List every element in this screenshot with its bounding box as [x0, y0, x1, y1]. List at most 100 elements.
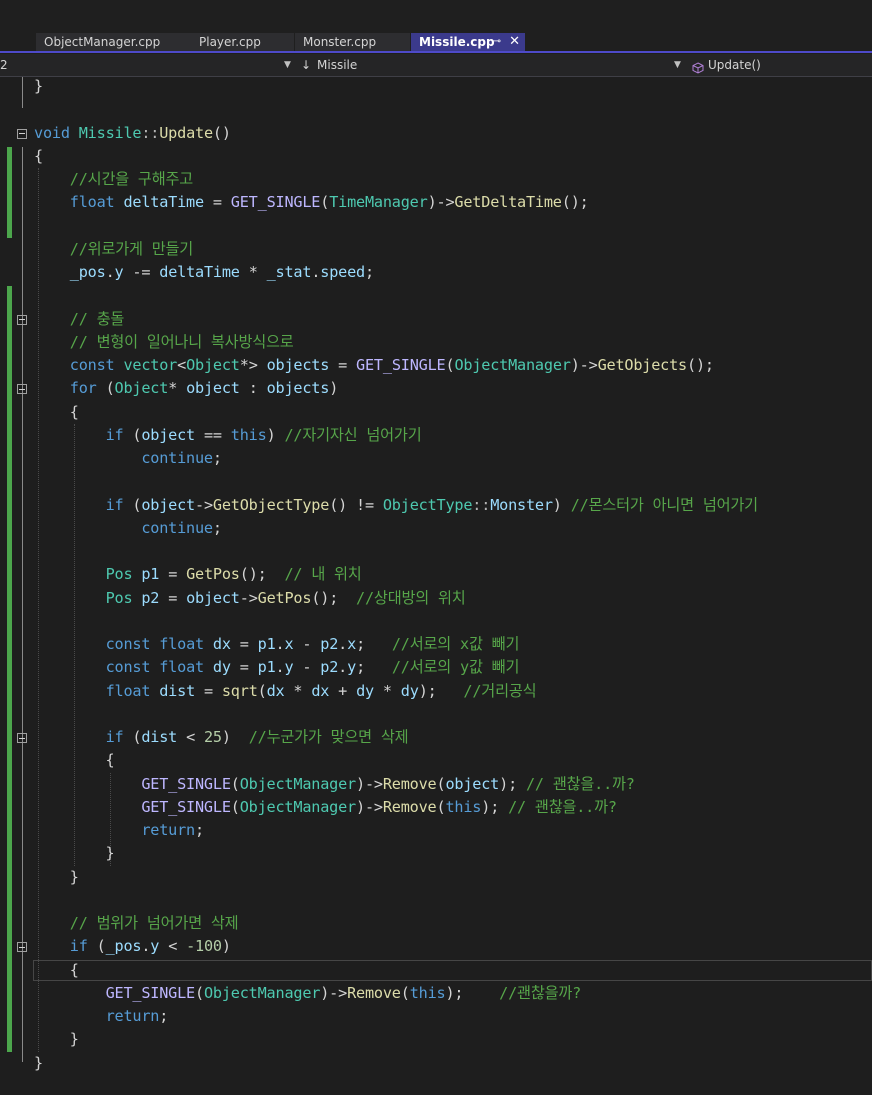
code-line[interactable] [0, 610, 872, 633]
code-token: sqrt [221, 681, 258, 700]
code-line[interactable] [0, 470, 872, 493]
code-token: ; [356, 635, 392, 653]
code-token: for [69, 379, 97, 398]
tab-label: Monster.cpp [303, 35, 377, 49]
class-dropdown[interactable]: ↓ Missile ▼ [297, 54, 687, 76]
code-line[interactable]: { [0, 145, 872, 168]
code-token: -= [123, 263, 160, 281]
code-line[interactable]: { [0, 959, 872, 982]
code-token: < [177, 728, 204, 746]
code-token: GET_SINGLE [230, 193, 321, 212]
code-token: { [34, 751, 115, 770]
code-line[interactable] [0, 889, 872, 912]
code-line[interactable]: const vector<Object*> objects = GET_SING… [0, 354, 872, 377]
code-token: () != [329, 495, 383, 514]
code-editor[interactable]: } void Missile::Update(){ //시간을 구해주고 floa… [0, 77, 872, 1095]
code-line[interactable]: GET_SINGLE(ObjectManager)->Remove(object… [0, 773, 872, 796]
code-token: ) [221, 728, 249, 746]
code-line[interactable]: // 범위가 넘어가면 삭제 [0, 912, 872, 935]
code-line[interactable]: // 충돌 [0, 308, 872, 331]
code-line[interactable]: float deltaTime = GET_SINGLE(TimeManager… [0, 191, 872, 214]
tab-missile-cpp[interactable]: Missile.cpp ⊸ ✕ [411, 33, 525, 51]
code-text: { [34, 749, 115, 772]
code-line[interactable]: GET_SINGLE(ObjectManager)->Remove(this);… [0, 796, 872, 819]
code-token: (); [687, 356, 714, 374]
code-text: if (object->GetObjectType() != ObjectTyp… [34, 494, 759, 517]
chevron-down-icon: ▼ [674, 60, 681, 70]
code-token: p1 [257, 635, 276, 653]
code-line[interactable]: { [0, 401, 872, 424]
code-token: //거리공식 [463, 681, 537, 700]
code-line[interactable]: Pos p2 = object->GetPos(); //상대방의 위치 [0, 587, 872, 610]
code-line[interactable] [0, 703, 872, 726]
code-text: return; [34, 1005, 169, 1028]
code-line[interactable] [0, 540, 872, 563]
code-line[interactable] [0, 284, 872, 307]
code-token: = [203, 193, 231, 212]
code-line[interactable]: float dist = sqrt(dx * dx + dy * dy); //… [0, 680, 872, 703]
code-line[interactable]: if (object == this) //자기자신 넘어가기 [0, 424, 872, 447]
code-line[interactable]: } [0, 1028, 872, 1051]
code-token: void [34, 123, 70, 142]
code-line[interactable]: } [0, 1052, 872, 1075]
pin-icon[interactable]: ⊸ [493, 33, 501, 51]
tab-monster-cpp[interactable]: Monster.cpp [295, 33, 410, 51]
code-line[interactable] [0, 98, 872, 121]
code-line[interactable]: //시간을 구해주고 [0, 168, 872, 191]
code-token: Object [186, 356, 240, 374]
code-token: (); [239, 565, 285, 584]
code-line[interactable]: } [0, 842, 872, 865]
code-token: GetDeltaTime [454, 193, 562, 212]
code-line[interactable]: //위로가게 만들기 [0, 238, 872, 261]
code-line[interactable]: GET_SINGLE(ObjectManager)->Remove(this);… [0, 982, 872, 1005]
code-text: GET_SINGLE(ObjectManager)->Remove(this);… [34, 796, 617, 819]
code-line[interactable]: return; [0, 1005, 872, 1028]
code-line[interactable]: return; [0, 819, 872, 842]
code-line[interactable]: continue; [0, 447, 872, 470]
code-text: Pos p2 = object->GetPos(); //상대방의 위치 [34, 587, 466, 610]
code-line[interactable]: if (_pos.y < -100) [0, 935, 872, 958]
code-token: = [329, 356, 357, 374]
member-dropdown[interactable]: Update() [690, 54, 872, 76]
code-line[interactable]: const float dx = p1.x - p2.x; //서로의 x값 빼… [0, 633, 872, 656]
code-line[interactable]: _pos.y -= deltaTime * _stat.speed; [0, 261, 872, 284]
code-line[interactable]: } [0, 866, 872, 889]
code-token: p1 [141, 565, 160, 584]
code-token: TimeManager [329, 193, 428, 212]
code-line[interactable]: if (object->GetObjectType() != ObjectTyp… [0, 494, 872, 517]
code-line[interactable]: // 변형이 일어나니 복사방식으로 [0, 331, 872, 354]
code-text: const float dx = p1.x - p2.x; //서로의 x값 빼… [34, 633, 520, 656]
code-line[interactable]: for (Object* object : objects) [0, 377, 872, 400]
code-token: } [34, 77, 43, 95]
code-line[interactable]: if (dist < 25) //누군가가 맞으면 삭제 [0, 726, 872, 749]
code-token: = [159, 588, 187, 607]
code-token: dy [400, 681, 419, 700]
code-token: const [105, 658, 151, 677]
code-token: ( [123, 425, 142, 444]
code-text: // 범위가 넘어가면 삭제 [34, 912, 239, 935]
code-token: < [159, 937, 187, 956]
code-text: //위로가게 만들기 [34, 238, 193, 261]
code-line[interactable]: const float dy = p1.y - p2.y; //서로의 y값 빼… [0, 656, 872, 679]
code-line[interactable]: continue; [0, 517, 872, 540]
code-token: // 변형이 일어나니 복사방식으로 [69, 332, 294, 351]
code-text: // 변형이 일어나니 복사방식으로 [34, 331, 294, 354]
code-token: (); [311, 588, 357, 607]
code-line[interactable]: { [0, 749, 872, 772]
code-token: ObjectManager [239, 797, 356, 816]
code-line[interactable]: void Missile::Update() [0, 122, 872, 145]
close-icon[interactable]: ✕ [509, 33, 520, 51]
tab-objectmanager-cpp[interactable]: ObjectManager.cpp [36, 33, 191, 51]
code-token: Remove [382, 774, 437, 793]
code-line[interactable]: Pos p1 = GetPos(); // 내 위치 [0, 563, 872, 586]
project-dropdown[interactable]: 2 ▼ [0, 54, 295, 76]
code-line[interactable]: } [0, 75, 872, 98]
tab-player-cpp[interactable]: Player.cpp [191, 33, 294, 51]
code-line[interactable] [0, 215, 872, 238]
